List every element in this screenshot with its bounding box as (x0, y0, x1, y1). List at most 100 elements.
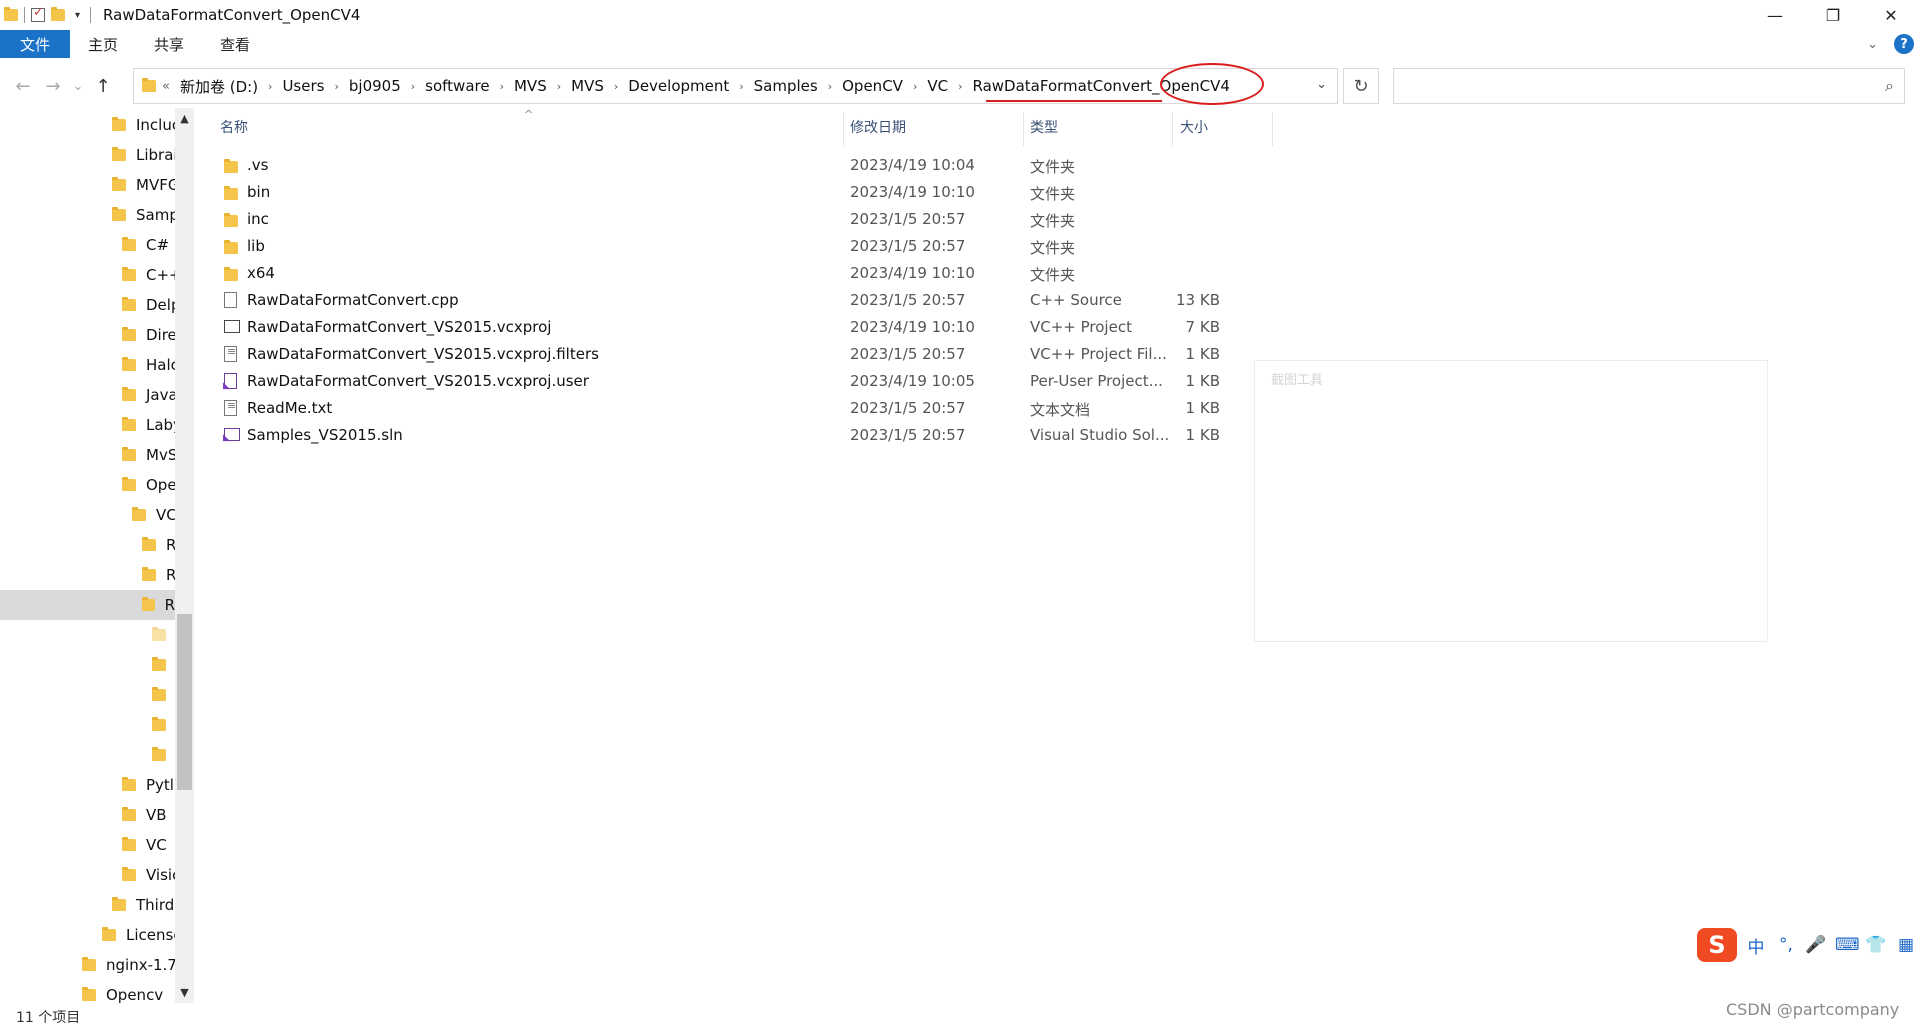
file-row[interactable]: Samples_VS2015.sln 2023/1/5 20:57 Visual… (210, 423, 1270, 450)
tree-item[interactable]: VB (122, 800, 167, 830)
breadcrumb-users[interactable]: Users (282, 77, 324, 95)
tree-item[interactable]: Incluc (112, 110, 180, 140)
chevron-right-icon[interactable]: › (828, 80, 832, 93)
new-folder-icon[interactable] (51, 7, 65, 21)
up-button[interactable]: ↑ (88, 76, 118, 97)
tree-item[interactable]: Samp (112, 200, 179, 230)
file-row[interactable]: x64 2023/4/19 10:10 文件夹 (210, 261, 1270, 288)
breadcrumb-samples[interactable]: Samples (754, 77, 818, 95)
breadcrumb-overflow[interactable]: « (162, 79, 170, 94)
tree-item[interactable]: Librai (112, 140, 178, 170)
address-bar[interactable]: « 新加卷 (D:) › Users › bj0905 › software ›… (133, 68, 1338, 104)
breadcrumb-user[interactable]: bj0905 (349, 77, 401, 95)
tree-item[interactable] (152, 710, 176, 740)
tree-item[interactable]: Pytl (122, 770, 174, 800)
column-header-date[interactable]: 修改日期 (850, 108, 1020, 146)
tree-item[interactable]: C++ (122, 260, 182, 290)
tab-view[interactable]: 查看 (202, 30, 268, 58)
tree-item[interactable]: License (102, 920, 183, 950)
tab-share[interactable]: 共享 (136, 30, 202, 58)
tree-item[interactable]: VC (122, 830, 167, 860)
file-row[interactable]: RawDataFormatConvert.cpp 2023/1/5 20:57 … (210, 288, 1270, 315)
file-row[interactable]: RawDataFormatConvert_VS2015.vcxproj 2023… (210, 315, 1270, 342)
breadcrumb-mvs-2[interactable]: MVS (571, 77, 604, 95)
tree-item[interactable]: Delp (122, 290, 180, 320)
column-divider[interactable] (1023, 112, 1024, 146)
microphone-icon[interactable]: 🎤 (1805, 935, 1827, 955)
tree-item[interactable]: Dire (122, 320, 177, 350)
tree-item[interactable]: Laby (122, 410, 182, 440)
file-row[interactable]: RawDataFormatConvert_VS2015.vcxproj.user… (210, 369, 1270, 396)
tree-item[interactable] (152, 740, 176, 770)
properties-icon[interactable] (31, 5, 45, 22)
scroll-down-icon[interactable]: ▼ (175, 986, 194, 999)
column-header-name[interactable]: 名称 (220, 108, 840, 146)
chevron-right-icon[interactable]: › (411, 80, 415, 93)
forward-button[interactable]: → (38, 76, 68, 97)
search-icon[interactable]: ⌕ (1885, 76, 1894, 96)
tree-item[interactable]: Visic (122, 860, 180, 890)
breadcrumb-development[interactable]: Development (628, 77, 729, 95)
chevron-right-icon[interactable]: › (500, 80, 504, 93)
file-row[interactable]: bin 2023/4/19 10:10 文件夹 (210, 180, 1270, 207)
ime-language-toggle[interactable]: 中 (1745, 933, 1767, 958)
tree-item[interactable] (152, 620, 176, 650)
breadcrumb-vc[interactable]: VC (927, 77, 948, 95)
keyboard-icon[interactable]: ⌨ (1835, 935, 1860, 955)
breadcrumb-software[interactable]: software (425, 77, 489, 95)
tree-item[interactable]: Opencv (82, 980, 163, 1003)
chevron-right-icon[interactable]: › (268, 80, 272, 93)
file-row[interactable]: RawDataFormatConvert_VS2015.vcxproj.filt… (210, 342, 1270, 369)
column-header-type[interactable]: 类型 (1030, 108, 1165, 146)
tree-item-selected[interactable]: R (0, 590, 175, 620)
expand-ribbon-icon[interactable]: ⌄ (1867, 37, 1878, 52)
tree-item[interactable]: C# (122, 230, 169, 260)
breadcrumb-opencv[interactable]: OpenCV (842, 77, 903, 95)
minimize-button[interactable]: — (1746, 0, 1804, 30)
column-divider[interactable] (1172, 112, 1173, 146)
chevron-right-icon[interactable]: › (958, 80, 962, 93)
recent-locations-button[interactable]: ⌄ (68, 79, 88, 94)
column-header-size[interactable]: 大小 (1180, 108, 1260, 146)
scroll-up-icon[interactable]: ▲ (175, 112, 194, 125)
column-divider[interactable] (1272, 112, 1273, 146)
tab-home[interactable]: 主页 (70, 30, 136, 58)
ime-punctuation-icon[interactable]: °, (1775, 935, 1797, 955)
tree-item[interactable]: R (142, 530, 176, 560)
toolbox-icon[interactable]: ▦ (1895, 935, 1917, 955)
tree-scrollbar[interactable]: ▲ ▼ (175, 108, 194, 1003)
tree-item[interactable]: VC (132, 500, 177, 530)
back-button[interactable]: ← (8, 76, 38, 97)
chevron-right-icon[interactable]: › (913, 80, 917, 93)
file-row[interactable]: .vs 2023/4/19 10:04 文件夹 (210, 153, 1270, 180)
maximize-button[interactable]: ❐ (1804, 0, 1862, 30)
tree-item[interactable] (152, 650, 176, 680)
search-input[interactable]: ⌕ (1393, 68, 1905, 104)
file-row[interactable]: ReadMe.txt 2023/1/5 20:57 文本文档 1 KB (210, 396, 1270, 423)
column-divider[interactable] (843, 112, 844, 146)
tree-item[interactable]: Third (112, 890, 174, 920)
file-row[interactable]: lib 2023/1/5 20:57 文件夹 (210, 234, 1270, 261)
tree-item[interactable]: MVFG (112, 170, 179, 200)
customize-toolbar-icon[interactable]: ▾ (75, 10, 80, 21)
tree-item[interactable]: Java (122, 380, 178, 410)
scrollbar-thumb[interactable] (177, 614, 192, 790)
breadcrumb-drive[interactable]: 新加卷 (D:) (180, 76, 258, 97)
sogou-logo-icon[interactable]: S (1697, 928, 1737, 962)
tree-item[interactable]: R (142, 560, 176, 590)
help-icon[interactable]: ? (1894, 34, 1914, 54)
chevron-right-icon[interactable]: › (739, 80, 743, 93)
chevron-right-icon[interactable]: › (614, 80, 618, 93)
file-row[interactable]: inc 2023/1/5 20:57 文件夹 (210, 207, 1270, 234)
breadcrumb-mvs[interactable]: MVS (514, 77, 547, 95)
tab-file[interactable]: 文件 (0, 30, 71, 58)
chevron-right-icon[interactable]: › (557, 80, 561, 93)
chevron-right-icon[interactable]: › (334, 80, 338, 93)
tree-item[interactable] (152, 680, 176, 710)
address-dropdown-icon[interactable]: ⌄ (1316, 77, 1327, 92)
skin-icon[interactable]: 👕 (1865, 935, 1887, 955)
close-button[interactable]: ✕ (1862, 0, 1920, 30)
tree-item[interactable]: nginx-1.7 (82, 950, 177, 980)
tree-item[interactable]: Halc (122, 350, 179, 380)
tree-item[interactable]: MvS (122, 440, 177, 470)
